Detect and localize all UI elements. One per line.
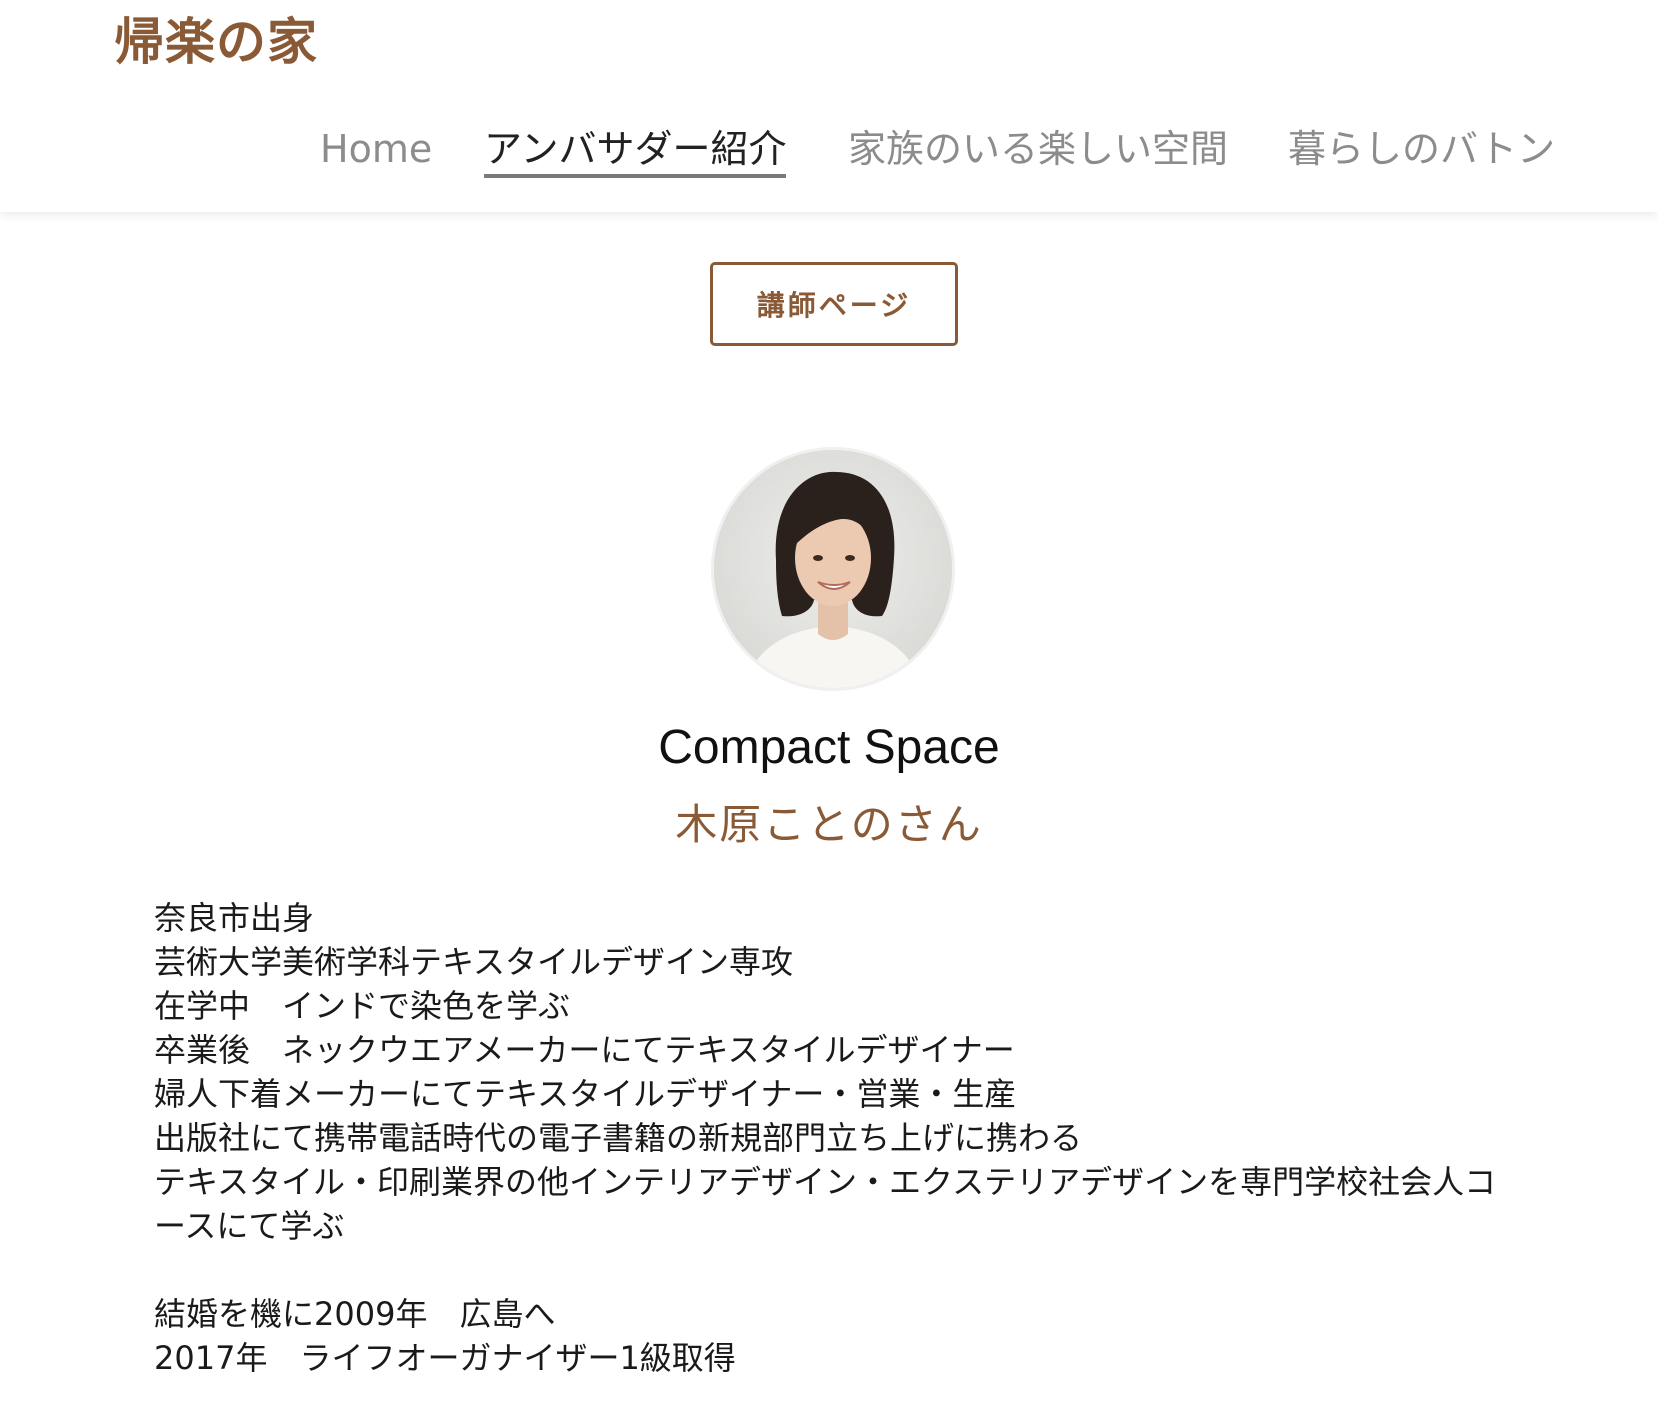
bio-line: 芸術大学美術学科テキスタイルデザイン専攻 (154, 943, 794, 981)
company-name: Compact Space (658, 721, 1000, 774)
bio-line: 結婚を機に2009年 広島へ (154, 1295, 556, 1333)
person-name: 木原ことのさん (675, 800, 983, 849)
instructor-page-button-label: 講師ページ (756, 289, 912, 322)
bio-line: 出版社にて携帯電話時代の電子書籍の新規部門立ち上げに携わる (154, 1119, 1083, 1157)
nav-item-family-space[interactable]: 家族のいる楽しい空間 (848, 124, 1228, 174)
nav-item-label: 家族のいる楽しい空間 (848, 127, 1229, 171)
avatar (714, 450, 952, 688)
portrait-photo (714, 450, 952, 688)
bio-line: 奈良市出身 (154, 899, 315, 937)
site-header: 帰楽の家 Home アンバサダー紹介 家族のいる楽しい空間 暮らしのバトン (0, 0, 1658, 212)
main-nav: Home アンバサダー紹介 家族のいる楽しい空間 暮らしのバトン (0, 124, 1658, 180)
nav-item-living-baton[interactable]: 暮らしのバトン (1288, 124, 1555, 174)
nav-item-label: Home (320, 127, 433, 171)
nav-item-home[interactable]: Home (320, 124, 432, 174)
nav-item-label: アンバサダー紹介 (484, 127, 787, 171)
bio-line: 2017年 ライフオーガナイザー1級取得 (154, 1339, 736, 1377)
active-nav-underline (484, 174, 787, 178)
instructor-page-button[interactable]: 講師ページ (710, 262, 958, 346)
bio-line: テキスタイル・印刷業界の他インテリアデザイン・エクステリアデザインを専門学校社会… (154, 1163, 1497, 1245)
bio-text: 奈良市出身 芸術大学美術学科テキスタイルデザイン専攻 在学中 インドで染色を学ぶ… (154, 896, 1514, 1380)
bio-line: 在学中 インドで染色を学ぶ (154, 987, 571, 1025)
bio-spacer (154, 1248, 1514, 1292)
bio-line: 婦人下着メーカーにてテキスタイルデザイナー・営業・生産 (154, 1075, 1017, 1113)
nav-item-ambassadors[interactable]: アンバサダー紹介 (484, 124, 787, 178)
site-logo[interactable]: 帰楽の家 (114, 12, 318, 72)
bio-line: 卒業後 ネックウエアメーカーにてテキスタイルデザイナー (154, 1031, 1015, 1069)
nav-item-label: 暮らしのバトン (1288, 127, 1556, 171)
